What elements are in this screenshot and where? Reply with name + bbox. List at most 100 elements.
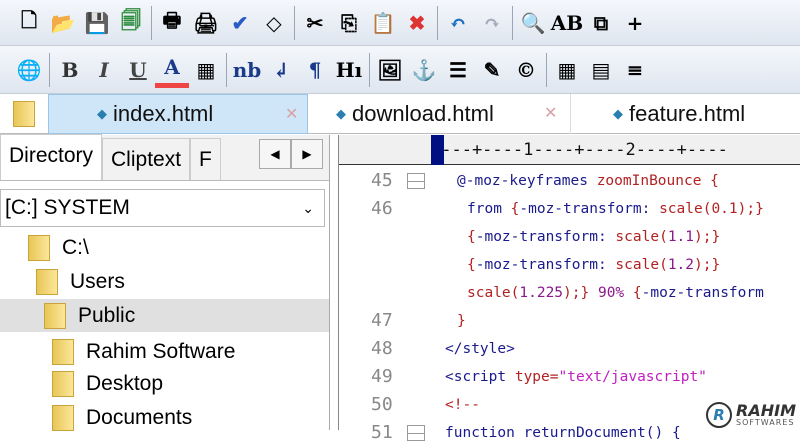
tab-directory[interactable]: Directory <box>0 134 103 180</box>
ruler-caret <box>431 135 444 165</box>
code-line: 48 </style> <box>339 335 800 363</box>
toolbar-separator <box>369 52 370 87</box>
code-line: {-moz-transform: scale(1.2);} <box>339 251 800 279</box>
code-token: <script <box>445 369 515 385</box>
heading-icon[interactable]: Hı <box>332 52 366 88</box>
code-line: 47} <box>339 307 800 335</box>
html-file-icon: ◆ <box>97 105 107 121</box>
find-icon[interactable]: 🔍 <box>516 5 550 41</box>
folder-icon <box>52 404 74 431</box>
folder-label: Users <box>70 269 125 293</box>
code-token: -moz-transform: <box>519 201 660 217</box>
code-token: scale( <box>615 257 668 273</box>
scroll-right-button[interactable]: ▶ <box>291 139 323 169</box>
tree-folder-item[interactable]: Documents <box>0 401 329 434</box>
tree-folder-item[interactable]: C:\ <box>0 231 329 264</box>
line-number: 50 <box>371 394 393 415</box>
close-tab-icon[interactable]: ✕ <box>285 104 298 124</box>
open-folder-icon[interactable]: 📂 <box>46 5 80 41</box>
line-number: 49 <box>371 366 393 387</box>
line-break-icon[interactable]: ↲ <box>264 52 298 88</box>
chevron-down-icon: ⌄ <box>302 199 314 216</box>
folder-icon <box>44 302 66 329</box>
code-token: { <box>467 257 476 273</box>
tab-f[interactable]: F <box>190 138 221 180</box>
tree-folder-item[interactable]: Public <box>0 299 329 332</box>
main-toolbar: 🗋 📂 💾 🗐 🖶 🖨 ✔ ◇ ✂ ⎘ 📋 ✖ ↶ ↷ 🔍 AB ⧉ + <box>0 0 800 46</box>
code-token: } <box>457 313 466 329</box>
folder-label: C:\ <box>62 235 89 259</box>
edit-icon[interactable]: ✎ <box>475 52 509 88</box>
scroll-left-button[interactable]: ◀ <box>259 139 291 169</box>
save-icon[interactable]: 💾 <box>80 5 114 41</box>
toolbar-separator <box>49 52 50 87</box>
code-editor[interactable]: ----+----1----+----2----+---- 45 @-moz-ke… <box>338 135 800 443</box>
paragraph-icon[interactable]: ¶ <box>298 52 332 88</box>
new-file-icon[interactable]: 🗋 <box>12 5 46 41</box>
tree-folder-item[interactable]: Desktop <box>0 367 329 400</box>
redo-icon[interactable]: ↷ <box>475 5 509 41</box>
tab-download-html[interactable]: ◆ download.html ✕ <box>308 94 570 134</box>
folder-icon <box>52 370 74 397</box>
undo-icon[interactable]: ↶ <box>441 5 475 41</box>
italic-icon[interactable]: I <box>87 52 121 88</box>
list-icon[interactable]: ≡ <box>618 52 652 88</box>
save-all-icon[interactable]: 🗐 <box>114 5 148 41</box>
tree-folder-item[interactable]: Rahim Software <box>0 335 329 368</box>
tab-feature-html[interactable]: ◆ feature.html <box>570 93 745 134</box>
tab-cliptext[interactable]: Cliptext <box>102 138 191 180</box>
fold-toggle-icon[interactable] <box>407 173 425 189</box>
cut-icon[interactable]: ✂ <box>298 5 332 41</box>
image-icon[interactable]: 🖼 <box>373 52 407 88</box>
code-token: "text/javascript" <box>558 369 707 385</box>
paste-icon[interactable]: 📋 <box>366 5 400 41</box>
fold-toggle-icon[interactable] <box>407 425 425 441</box>
form-icon[interactable]: ▤ <box>584 52 618 88</box>
code-line: 49 <script type="text/javascript" <box>339 363 800 391</box>
globe-icon[interactable]: 🌐 <box>12 52 46 88</box>
bold-icon[interactable]: B <box>53 52 87 88</box>
tab-index-html[interactable]: ◆ index.html ✕ <box>48 93 308 134</box>
anchor-icon[interactable]: ⚓ <box>407 52 441 88</box>
copyright-icon[interactable]: © <box>509 52 543 88</box>
toolbar-separator <box>294 5 295 40</box>
code-token: zoomInBounce { <box>596 173 719 189</box>
font-color-icon[interactable]: A <box>155 52 189 88</box>
code-token: </style> <box>445 341 515 357</box>
nbsp-icon[interactable]: nb <box>230 52 264 88</box>
code-token: @-moz-keyframes <box>457 173 597 189</box>
code-line: scale(1.225);} 90% {-moz-transform <box>339 279 800 307</box>
table-icon[interactable]: ▦ <box>550 52 584 88</box>
delete-icon[interactable]: ✖ <box>400 5 434 41</box>
underline-icon[interactable]: U <box>121 52 155 88</box>
code-token: -moz-transform <box>641 285 764 301</box>
folder-icon <box>28 234 50 261</box>
code-token: { <box>632 285 642 301</box>
code-token: from <box>467 201 511 217</box>
code-token: <!-- <box>445 397 480 413</box>
print-preview-icon[interactable]: 🖶 <box>155 5 189 41</box>
code-token: 90% <box>597 285 633 301</box>
line-number: 46 <box>371 198 393 219</box>
tree-folder-item[interactable]: Users <box>0 265 329 298</box>
code-token: type= <box>514 369 559 385</box>
spellcheck-icon[interactable]: ✔ <box>223 5 257 41</box>
close-tab-icon[interactable]: ✕ <box>544 103 557 123</box>
code-token: 1.2 <box>667 257 695 273</box>
code-view-icon[interactable]: ◇ <box>257 5 291 41</box>
drive-select[interactable]: [C:] SYSTEM ⌄ <box>0 189 325 227</box>
code-token: 1.1 <box>667 229 695 245</box>
print-icon[interactable]: 🖨 <box>189 5 223 41</box>
rahim-watermark-logo: R RAHIM SOFTWARES <box>706 402 796 428</box>
find-in-files-icon[interactable]: ⧉ <box>584 5 618 41</box>
folder-tab-icon[interactable] <box>0 94 48 134</box>
file-tabs: ◆ index.html ✕ ◆ download.html ✕ ◆ feature.ht… <box>0 93 800 134</box>
line-number: 48 <box>371 338 393 359</box>
replace-icon[interactable]: AB <box>550 5 584 41</box>
copy-icon[interactable]: ⎘ <box>332 5 366 41</box>
horizontal-rule-icon[interactable]: ☰ <box>441 52 475 88</box>
code-token: -moz-transform: <box>475 229 616 245</box>
more-icon[interactable]: + <box>618 5 652 41</box>
code-token: );} <box>694 229 721 245</box>
color-palette-icon[interactable]: ▦ <box>189 52 223 88</box>
